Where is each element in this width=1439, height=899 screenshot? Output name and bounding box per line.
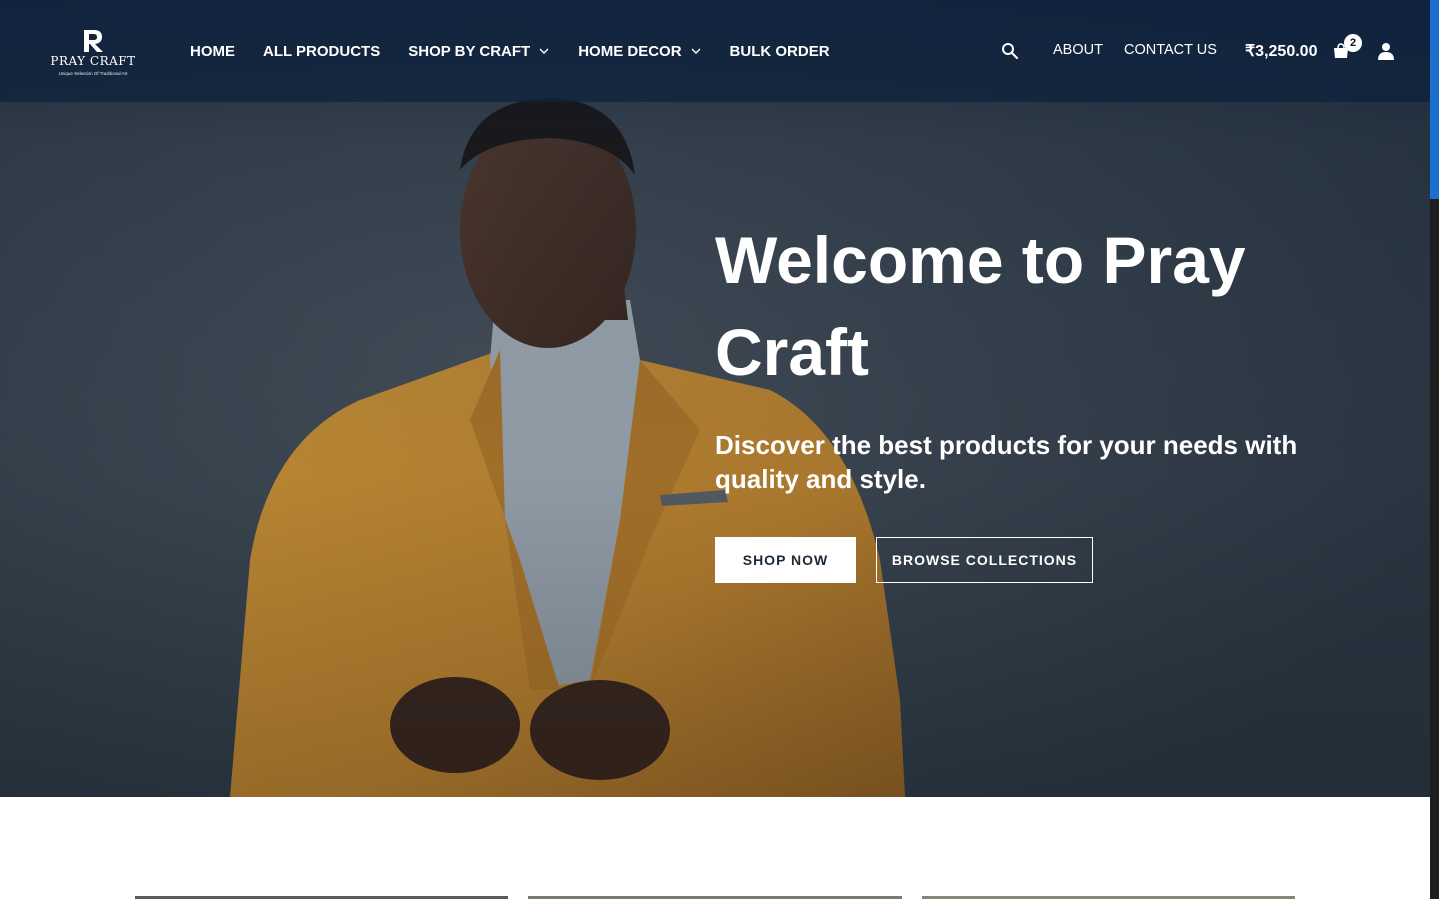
chevron-down-icon <box>539 48 549 54</box>
nav-item-label: BULK ORDER <box>729 42 830 60</box>
browse-collections-button[interactable]: BROWSE COLLECTIONS <box>876 537 1093 583</box>
chevron-down-icon <box>691 48 701 54</box>
main-nav: HOME ALL PRODUCTS SHOP BY CRAFT HOME DEC… <box>190 41 858 61</box>
site-header: PRAY CRAFT Unique Selection Of Tradition… <box>0 0 1430 102</box>
logo-tagline: Unique Selection Of Traditional Art <box>58 71 128 76</box>
nav-about-link[interactable]: ABOUT <box>1053 42 1103 58</box>
hero-banner: Welcome to Pray Craft Discover the best … <box>0 0 1430 797</box>
nav-item-shop-by-craft[interactable]: SHOP BY CRAFT <box>408 43 550 60</box>
site-logo[interactable]: PRAY CRAFT Unique Selection Of Tradition… <box>50 28 136 80</box>
nav-item-label: ALL PRODUCTS <box>263 42 381 60</box>
cart-total[interactable]: ₹3,250.00 <box>1245 41 1317 61</box>
hero-overlay <box>0 0 1430 797</box>
logo-wordmark: PRAY CRAFT <box>50 54 136 68</box>
page: Welcome to Pray Craft Discover the best … <box>0 0 1439 899</box>
user-icon[interactable] <box>1377 42 1395 60</box>
nav-item-label: HOME <box>190 42 235 60</box>
scrollbar-thumb[interactable] <box>1430 0 1439 199</box>
nav-contact-link[interactable]: CONTACT US <box>1124 42 1217 58</box>
shop-now-button[interactable]: SHOP NOW <box>715 537 856 583</box>
logo-mark-icon <box>84 30 103 52</box>
nav-item-home[interactable]: HOME <box>190 43 235 60</box>
nav-item-home-decor[interactable]: HOME DECOR <box>578 43 701 60</box>
hero-title: Welcome to Pray Craft <box>715 223 1246 389</box>
nav-item-all-products[interactable]: ALL PRODUCTS <box>263 43 380 60</box>
nav-item-label: HOME DECOR <box>578 42 682 60</box>
cart-count-badge: 2 <box>1344 34 1362 52</box>
hero-subtitle: Discover the best products for your need… <box>715 430 1298 494</box>
search-icon[interactable] <box>1001 42 1019 60</box>
nav-item-bulk-order[interactable]: BULK ORDER <box>730 43 830 60</box>
nav-item-label: SHOP BY CRAFT <box>408 42 531 60</box>
